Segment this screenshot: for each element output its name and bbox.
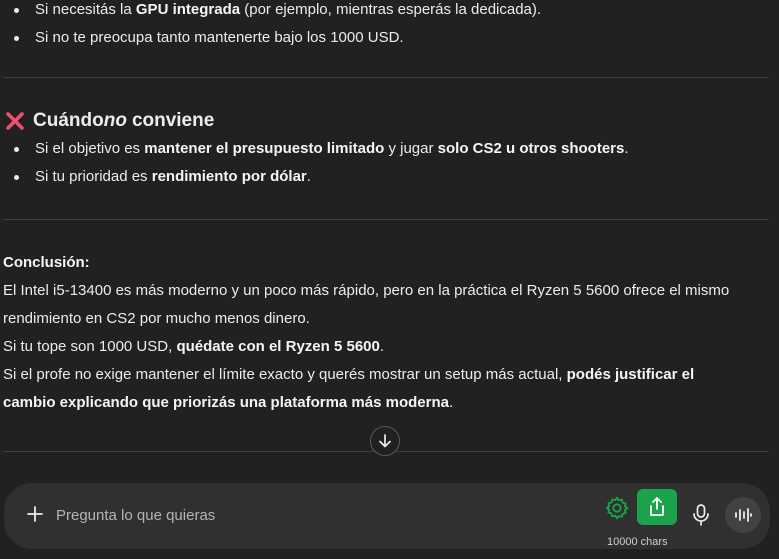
list-item: Si el objetivo es mantener el presupuest… — [3, 135, 769, 163]
char-count: 10000 chars — [607, 536, 668, 548]
conclusion-line: Si el profe no exige mantener el límite … — [3, 366, 695, 383]
divider — [3, 219, 769, 220]
chat-content: Si necesitás la GPU integrada (por ejemp… — [3, 0, 769, 417]
pros-list: Si necesitás la GPU integrada (por ejemp… — [3, 0, 769, 52]
prompt-input[interactable]: Pregunta lo que quieras — [56, 507, 215, 524]
divider — [3, 77, 769, 78]
list-item: Si tu prioridad es rendimiento por dólar… — [3, 163, 769, 191]
voice-mode-button[interactable] — [725, 497, 761, 533]
list-item: Si no te preocupa tanto mantenerte bajo … — [3, 24, 769, 52]
conclusion-line: Si tu tope son 1000 USD, quédate con el … — [3, 338, 385, 355]
composer: Pregunta lo que quieras 10000 chars — [4, 483, 770, 549]
x-icon — [6, 112, 24, 130]
conclusion-line: cambio explicando que priorizás una plat… — [3, 394, 454, 411]
conclusion: Conclusión: El Intel i5-13400 es más mod… — [3, 249, 769, 417]
voice-wave-icon — [735, 508, 752, 522]
mic-icon[interactable] — [690, 503, 712, 527]
share-button[interactable] — [637, 489, 677, 525]
plus-icon — [27, 506, 43, 522]
add-attachment-button[interactable] — [22, 501, 48, 527]
cons-list: Si el objetivo es mantener el presupuest… — [3, 135, 769, 191]
arrow-down-icon — [379, 434, 391, 448]
gear-icon[interactable] — [604, 495, 630, 521]
scroll-down-button[interactable] — [370, 426, 400, 456]
conclusion-line: El Intel i5-13400 es más moderno y un po… — [3, 282, 730, 299]
list-item: Si necesitás la GPU integrada (por ejemp… — [3, 0, 769, 24]
share-icon — [650, 497, 664, 516]
section-heading: Cuándo no conviene — [3, 107, 769, 135]
conclusion-line: rendimiento en CS2 por mucho menos diner… — [3, 310, 310, 327]
conclusion-label: Conclusión: — [3, 254, 90, 271]
